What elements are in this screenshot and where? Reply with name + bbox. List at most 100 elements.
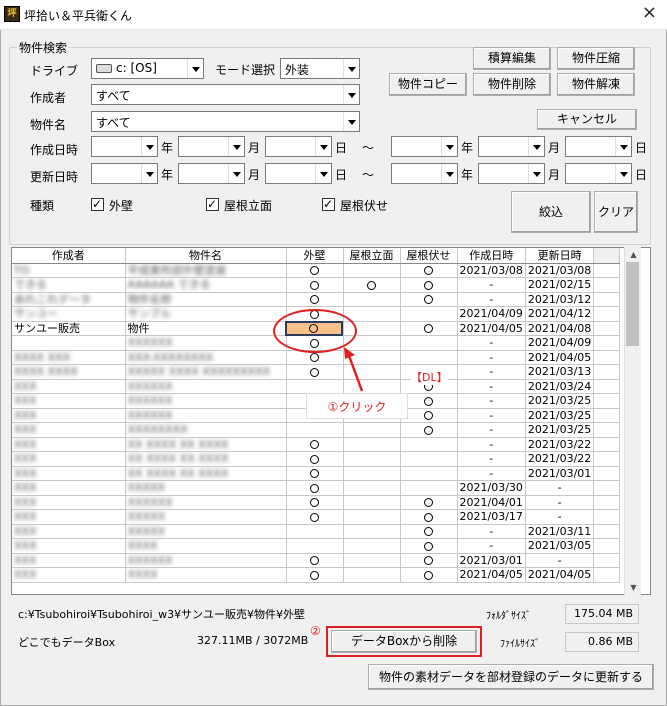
table-cell[interactable] — [286, 553, 344, 568]
table-cell[interactable] — [286, 292, 344, 307]
table-cell[interactable]: 2021/04/09 — [457, 306, 526, 322]
table-cell[interactable]: XXXXXX — [125, 553, 287, 568]
table-cell[interactable] — [400, 321, 458, 336]
table-cell[interactable]: XXX — [12, 393, 126, 409]
table-cell[interactable]: - — [457, 335, 526, 351]
table-cell[interactable] — [286, 422, 344, 438]
table-cell[interactable] — [286, 466, 344, 481]
column-header[interactable]: 外壁 — [286, 248, 344, 264]
table-cell[interactable]: 2021/04/01 — [457, 495, 526, 510]
table-cell[interactable] — [343, 538, 401, 554]
table-cell[interactable]: XXXX XXX — [12, 350, 126, 365]
table-cell[interactable]: - — [457, 538, 526, 554]
table-cell[interactable]: 2021/03/30 — [457, 480, 526, 496]
table-cell[interactable]: XX XXXX XX XXXX — [125, 437, 287, 452]
table-cell[interactable] — [343, 480, 401, 496]
date-updated-from-day-select[interactable] — [265, 163, 332, 184]
table-cell[interactable] — [286, 437, 344, 452]
column-header[interactable]: 屋根立面 — [343, 248, 401, 264]
copy-button[interactable]: 物件コピー — [389, 73, 467, 96]
table-cell[interactable]: - — [457, 277, 526, 293]
table-cell[interactable] — [343, 495, 401, 510]
table-cell[interactable]: TO — [12, 263, 126, 278]
table-cell[interactable]: XXXX — [125, 567, 287, 583]
table-cell[interactable]: XXX-XXXXXXXX — [125, 350, 287, 365]
column-header[interactable]: 作成日時 — [457, 248, 526, 264]
table-cell[interactable]: 2021/04/05 — [525, 567, 595, 583]
table-cell[interactable]: XXXXX XXXX XXXXXXXXX — [125, 364, 287, 380]
table-cell[interactable]: 物件名称 — [125, 292, 287, 307]
table-cell[interactable]: 2021/03/25 — [525, 393, 595, 409]
table-cell[interactable]: XXX — [12, 567, 126, 583]
table-row[interactable]: XXXX XXXX XXXXX XXXX XXXXXXXXX - 2021/03/13 — [12, 364, 621, 380]
table-cell[interactable] — [400, 495, 458, 510]
checkbox-roof-elevation[interactable] — [206, 196, 219, 212]
table-cell[interactable] — [343, 509, 401, 525]
delete-button[interactable]: 物件削除 — [473, 73, 551, 96]
table-cell[interactable]: XXXXX — [125, 509, 287, 525]
table-cell[interactable]: XX XXXX XX XXXX — [125, 451, 287, 467]
table-cell[interactable] — [286, 379, 344, 394]
compress-button[interactable]: 物件圧縮 — [557, 47, 635, 70]
column-header[interactable]: 物件名 — [125, 248, 287, 264]
date-updated-to-month-select[interactable] — [478, 163, 545, 184]
date-updated-from-year-select[interactable] — [91, 163, 158, 184]
table-cell[interactable] — [343, 524, 401, 539]
table-cell[interactable] — [400, 437, 458, 452]
table-row[interactable]: XXX XXXXX 2021/03/17- — [12, 509, 621, 525]
table-cell[interactable]: XXXX — [125, 538, 287, 554]
table-cell[interactable] — [400, 553, 458, 568]
table-cell[interactable]: XXXXXX — [125, 335, 287, 351]
table-cell[interactable] — [286, 451, 344, 467]
mode-select[interactable]: 外装 — [280, 58, 360, 79]
clear-button[interactable]: クリア — [594, 191, 638, 233]
table-row[interactable]: XXX XXXXXX 2021/03/01- — [12, 553, 621, 568]
table-cell[interactable]: XX XXXX XX XXXX — [125, 466, 287, 481]
table-cell[interactable]: サンユー販売 — [12, 321, 126, 336]
table-cell[interactable]: 2021/03/01 — [457, 553, 526, 568]
table-cell[interactable]: XXX — [12, 553, 126, 568]
scrollbar-thumb[interactable] — [626, 262, 639, 346]
table-cell[interactable] — [343, 567, 401, 583]
table-cell[interactable]: 2021/03/22 — [525, 451, 595, 467]
table-cell[interactable]: - — [457, 524, 526, 539]
table-cell[interactable]: 2021/04/12 — [525, 306, 595, 322]
table-cell[interactable]: XXXX XXXX — [12, 364, 126, 380]
table-cell[interactable]: XXXXXX — [125, 495, 287, 510]
table-cell[interactable]: - — [525, 480, 595, 496]
table-cell[interactable]: 2021/04/08 — [525, 321, 595, 336]
table-cell[interactable] — [400, 263, 458, 278]
table-cell[interactable] — [400, 524, 458, 539]
table-row[interactable]: XXX XX XXXX XX XXXX - 2021/03/22 — [12, 437, 621, 452]
table-cell[interactable]: - — [525, 509, 595, 525]
table-cell[interactable]: XXX — [12, 495, 126, 510]
table-cell[interactable]: XXXXX — [125, 480, 287, 496]
table-cell[interactable] — [343, 553, 401, 568]
table-cell[interactable]: XXX — [12, 379, 126, 394]
table-row[interactable]: できる AAAAAA できる - 2021/02/15 — [12, 277, 621, 293]
date-updated-to-day-select[interactable] — [565, 163, 632, 184]
column-header[interactable]: 屋根伏せ — [400, 248, 458, 264]
table-cell[interactable]: 2021/03/11 — [525, 524, 595, 539]
extract-button[interactable]: 物件解凍 — [557, 73, 635, 96]
table-cell[interactable]: XXXXXX — [125, 408, 287, 423]
author-select[interactable]: すべて — [91, 84, 360, 105]
close-icon[interactable]: × — [642, 2, 657, 23]
update-material-button[interactable]: 物件の素材データを部材登録のデータに更新する — [368, 664, 654, 690]
table-row[interactable]: XXX XXXX -2021/03/05 — [12, 538, 621, 554]
date-created-from-month-select[interactable] — [178, 136, 245, 157]
table-cell[interactable]: - — [457, 292, 526, 307]
table-cell[interactable] — [400, 567, 458, 583]
table-cell[interactable]: 2021/03/12 — [525, 292, 595, 307]
table-cell[interactable] — [400, 350, 458, 365]
table-cell[interactable]: あれこれデータ — [12, 292, 126, 307]
date-updated-from-month-select[interactable] — [178, 163, 245, 184]
table-cell[interactable]: できる — [12, 277, 126, 293]
table-cell[interactable]: XXX — [12, 437, 126, 452]
table-cell[interactable]: XXX — [12, 422, 126, 438]
table-cell[interactable] — [286, 263, 344, 278]
table-cell[interactable]: 2021/03/25 — [525, 408, 595, 423]
table-cell[interactable] — [400, 509, 458, 525]
table-cell[interactable] — [343, 263, 401, 278]
table-cell[interactable]: - — [525, 553, 595, 568]
